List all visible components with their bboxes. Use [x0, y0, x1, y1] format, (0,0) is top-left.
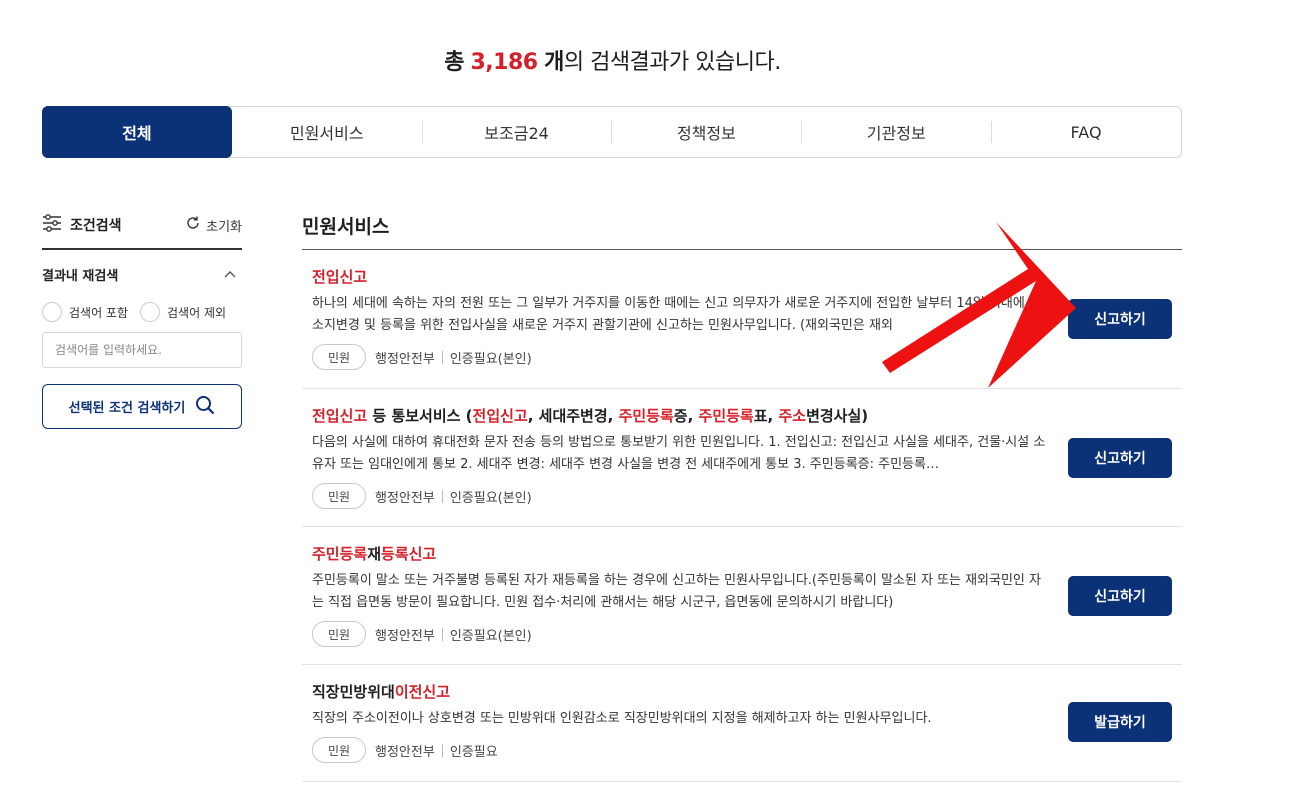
results-area: 민원서비스 전입신고 하나의 세대에 속하는 자의 전원 또는 그 일부가 거주…	[302, 212, 1182, 782]
sliders-icon	[42, 214, 62, 236]
result-item: 직장민방위대이전신고 직장의 주소이전이나 상호변경 또는 민방위대 인원감소로…	[302, 665, 1182, 782]
agency-name: 행정안전부	[375, 628, 435, 644]
tab-faq[interactable]: FAQ	[991, 107, 1181, 157]
result-title[interactable]: 주민등록재등록신고	[312, 544, 1172, 564]
result-description: 하나의 세대에 속하는 자의 전원 또는 그 일부가 거주지를 이동한 때에는 …	[312, 296, 1041, 333]
result-meta: 민원 행정안전부 인증필요(본인)	[312, 483, 1172, 509]
refine-title: 결과내 재검색	[42, 269, 119, 284]
title-highlight: 전입신고	[312, 268, 368, 286]
agency-name: 행정안전부	[375, 744, 435, 760]
section-title: 민원서비스	[302, 212, 1182, 250]
tab-all[interactable]: 전체	[42, 106, 232, 158]
title-highlight: 이전신고	[394, 683, 451, 701]
result-summary: 총 3,186 개의 검색결과가 있습니다.	[0, 44, 1225, 76]
result-item: 전입신고 등 통보서비스 (전입신고, 세대주변경, 주민등록증, 주민등록표,…	[302, 389, 1182, 527]
agency-name: 행정안전부	[375, 490, 435, 506]
refine-header[interactable]: 결과내 재검색	[42, 265, 242, 284]
title-text: 변경사실)	[806, 407, 869, 425]
result-title[interactable]: 전입신고	[312, 267, 1172, 287]
filter-sidebar: 조건검색 초기화 결과내 재검색 검색어 포함 검색어 제외 선택된 조건 검색…	[42, 212, 242, 429]
category-badge: 민원	[312, 737, 366, 763]
agency-name: 행정안전부	[375, 351, 435, 367]
exclude-label: 검색어 제외	[167, 305, 227, 320]
category-tabs: 전체 민원서비스 보조금24 정책정보 기관정보 FAQ	[42, 106, 1182, 158]
include-radio-circle[interactable]	[42, 302, 62, 322]
result-description: 주민등록이 말소 또는 거주불명 등록된 자가 재등록을 하는 경우에 신고하는…	[312, 573, 1041, 610]
search-conditions-button[interactable]: 선택된 조건 검색하기	[42, 384, 242, 429]
refresh-icon	[185, 215, 201, 235]
title-text: 증,	[673, 407, 699, 425]
result-count: 3,186	[470, 50, 539, 75]
auth-requirement: 인증필요(본인)	[449, 490, 532, 506]
reset-label: 초기화	[206, 219, 242, 235]
summary-prefix: 총	[444, 50, 464, 75]
tab-agency-info[interactable]: 기관정보	[801, 107, 991, 157]
auth-requirement: 인증필요	[449, 744, 498, 760]
category-badge: 민원	[312, 344, 366, 370]
auth-requirement: 인증필요(본인)	[449, 628, 532, 644]
refine-options: 검색어 포함 검색어 제외	[42, 302, 242, 322]
title-highlight: 전입신고	[472, 407, 528, 425]
report-button[interactable]: 신고하기	[1068, 438, 1172, 478]
category-badge: 민원	[312, 621, 366, 647]
title-highlight: 주민등록	[698, 407, 754, 425]
result-meta: 민원 행정안전부 인증필요(본인)	[312, 621, 1172, 647]
filter-header: 조건검색 초기화	[42, 212, 242, 250]
result-item: 주민등록재등록신고 주민등록이 말소 또는 거주불명 등록된 자가 재등록을 하…	[302, 527, 1182, 665]
result-description: 다음의 사실에 대하여 휴대전화 문자 전송 등의 방법으로 통보받기 위한 민…	[312, 435, 1046, 472]
title-text: 표,	[753, 407, 779, 425]
report-button[interactable]: 신고하기	[1068, 576, 1172, 616]
meta-divider	[441, 350, 443, 364]
meta-divider	[441, 627, 443, 641]
summary-suffix: 의 검색결과가 있습니다.	[563, 50, 781, 75]
title-text: 등 통보서비스 (	[367, 407, 473, 425]
result-meta: 민원 행정안전부 인증필요(본인)	[312, 344, 1172, 370]
filter-title-label: 조건검색	[70, 218, 122, 234]
title-highlight: 전입신고	[312, 407, 368, 425]
issue-button[interactable]: 발급하기	[1068, 702, 1172, 742]
title-highlight: 주소	[778, 407, 807, 425]
title-text: 직장민방위대	[312, 683, 395, 701]
result-title[interactable]: 직장민방위대이전신고	[312, 682, 1172, 702]
meta-divider	[441, 743, 443, 757]
include-radio[interactable]: 검색어 포함	[42, 302, 128, 322]
exclude-radio-circle[interactable]	[140, 302, 161, 322]
tab-civil-service[interactable]: 민원서비스	[232, 107, 422, 157]
include-label: 검색어 포함	[69, 305, 129, 320]
result-meta: 민원 행정안전부 인증필요	[312, 737, 1172, 763]
filter-title: 조건검색	[42, 214, 122, 236]
title-text: , 세대주변경,	[527, 407, 619, 425]
auth-requirement: 인증필요(본인)	[449, 351, 532, 367]
summary-unit: 개	[544, 50, 564, 75]
search-icon	[195, 395, 215, 419]
title-highlight: 등록신고	[381, 545, 437, 563]
result-title[interactable]: 전입신고 등 통보서비스 (전입신고, 세대주변경, 주민등록증, 주민등록표,…	[312, 406, 1172, 426]
title-text: 재	[367, 545, 382, 563]
search-conditions-label: 선택된 조건 검색하기	[68, 401, 186, 416]
result-description: 직장의 주소이전이나 상호변경 또는 민방위대 인원감소로 직장민방위대의 지정…	[312, 711, 932, 726]
tab-subsidy24[interactable]: 보조금24	[421, 107, 612, 157]
report-button[interactable]: 신고하기	[1068, 299, 1172, 339]
category-badge: 민원	[312, 483, 366, 509]
title-highlight: 주민등록	[312, 545, 368, 563]
tab-policy-info[interactable]: 정책정보	[611, 107, 801, 157]
result-item: 전입신고 하나의 세대에 속하는 자의 전원 또는 그 일부가 거주지를 이동한…	[302, 250, 1182, 389]
exclude-radio[interactable]: 검색어 제외	[140, 302, 226, 322]
refine-search-input[interactable]	[42, 332, 242, 368]
reset-button[interactable]: 초기화	[185, 215, 242, 235]
meta-divider	[441, 489, 443, 503]
chevron-up-icon	[224, 267, 236, 282]
title-highlight: 주민등록	[618, 407, 674, 425]
